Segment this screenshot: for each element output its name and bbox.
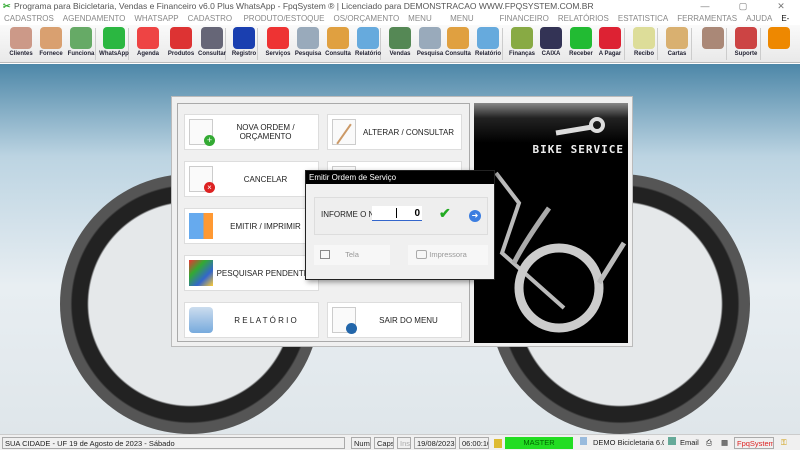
- caixa-icon: [540, 27, 562, 49]
- db-icon: [580, 437, 587, 445]
- toolbar-button-cartas[interactable]: Cartas: [661, 26, 693, 62]
- status-email-button[interactable]: Email: [666, 437, 700, 449]
- agenda-icon: [137, 27, 159, 49]
- consulta-icon: [327, 27, 349, 49]
- emit-print-button[interactable]: EMITIR / IMPRIMIR: [184, 208, 319, 244]
- status-num: Num: [351, 437, 371, 449]
- menu-item[interactable]: WHATSAPP: [134, 13, 178, 25]
- key-icon: ⚿: [781, 438, 787, 447]
- tool-icon: [702, 27, 724, 49]
- confirm-check-icon[interactable]: ✔: [439, 205, 451, 222]
- title-bar: ✂ Programa para Bicicletaria, Vendas e F…: [0, 0, 800, 13]
- emit-order-dialog: Emitir Ordem de Serviço INFORME O Nº 0 ✔…: [305, 170, 495, 280]
- exit-icon: [332, 307, 357, 334]
- toolbar-label: Suporte: [734, 51, 758, 57]
- next-arrow-icon[interactable]: ➜: [469, 210, 481, 222]
- toolbar-button-suporte[interactable]: Suporte: [730, 26, 762, 62]
- menu-bar: CADASTROS AGENDAMENTO WHATSAPP CADASTRO BIC…: [0, 13, 800, 35]
- search-icon: [189, 260, 213, 286]
- order-number-label: INFORME O Nº: [321, 210, 378, 219]
- status-bar: SUA CIDADE - UF 19 de Agosto de 2023 - S…: [0, 434, 800, 450]
- clientes-icon: [10, 27, 32, 49]
- calculator-icon[interactable]: ▦: [719, 437, 731, 449]
- whatsapp-icon: [103, 27, 125, 49]
- menu-item[interactable]: AGENDAMENTO: [63, 13, 126, 25]
- edit-consult-button[interactable]: ALTERAR / CONSULTAR: [327, 114, 462, 150]
- printer-output-button[interactable]: Impressora: [408, 245, 488, 265]
- window-title: Programa para Bicicletaria, Vendas e Fin…: [14, 1, 594, 11]
- bike-logo-graphic: [494, 117, 627, 333]
- menu-email[interactable]: E-MAIL: [781, 13, 800, 35]
- menu-item[interactable]: RELATÓRIOS: [558, 13, 609, 25]
- pesquisa-icon: [297, 27, 319, 49]
- consulta-icon: [447, 27, 469, 49]
- report-button[interactable]: R E L A T Ó R I O: [184, 302, 319, 338]
- menu-item[interactable]: OS/ORÇAMENTO: [334, 13, 400, 25]
- registro-icon: [233, 27, 255, 49]
- status-version: DEMO Bicicletaria 6.0: [578, 437, 664, 449]
- printer-icon: [189, 307, 213, 333]
- recibo-icon: [633, 27, 655, 49]
- new-document-icon: +: [189, 119, 215, 146]
- status-user: MASTER: [492, 437, 574, 449]
- toolbar-label: Cartas: [667, 51, 687, 57]
- status-brand: FpqSystem: [734, 437, 774, 449]
- menu-item[interactable]: PRODUTO/ESTOQUE: [243, 13, 324, 25]
- cancel-document-icon: ×: [189, 166, 215, 193]
- vendas-icon: [389, 27, 411, 49]
- bike-service-logo: BIKE SERVICE: [474, 103, 628, 343]
- a-pagar-icon: [599, 27, 621, 49]
- menu-item[interactable]: MENU COMPRAS: [450, 13, 490, 35]
- relat-rio-icon: [477, 27, 499, 49]
- status-time: 06:00:10: [459, 437, 489, 449]
- toolbar: Clientes Fornece Funciona WhatsApp Agenda Pro…: [0, 25, 800, 63]
- servi-os-icon: [267, 27, 289, 49]
- screen-output-button[interactable]: Tela: [314, 245, 390, 265]
- suporte-icon: [735, 27, 757, 49]
- maximize-button[interactable]: ▢: [724, 0, 762, 13]
- emit-icon: [189, 213, 213, 239]
- menu-item[interactable]: FINANCEIRO: [500, 13, 549, 25]
- status-ins: Ins: [397, 437, 411, 449]
- menu-item[interactable]: AJUDA: [746, 13, 772, 25]
- menu-item[interactable]: CADASTRO BICICLETAS: [188, 13, 235, 35]
- printer-icon: [416, 250, 427, 259]
- pencil-icon: [332, 119, 356, 145]
- dialog-title: Emitir Ordem de Serviço: [306, 171, 494, 184]
- produtos-icon: [170, 27, 192, 49]
- minimize-button[interactable]: —: [686, 0, 724, 13]
- exit-menu-button[interactable]: SAIR DO MENU: [327, 302, 462, 338]
- funciona-icon: [70, 27, 92, 49]
- text-caret: [396, 208, 397, 218]
- close-button[interactable]: ✕: [762, 0, 800, 13]
- pesquisa-icon: [419, 27, 441, 49]
- toolbar-button-item24[interactable]: [763, 26, 795, 62]
- tool-icon: [768, 27, 790, 49]
- status-date: 19/08/2023: [414, 437, 456, 449]
- printer-status-icon[interactable]: ⎙: [704, 437, 716, 449]
- receber-icon: [570, 27, 592, 49]
- menu-item[interactable]: MENU VENDAS: [408, 13, 441, 35]
- user-icon: [494, 438, 502, 448]
- order-number-input[interactable]: 0: [372, 206, 422, 221]
- status-location: SUA CIDADE - UF 19 de Agosto de 2023 - S…: [2, 437, 345, 449]
- cartas-icon: [666, 27, 688, 49]
- app-logo-icon: ✂: [3, 1, 11, 11]
- search-pending-button[interactable]: PESQUISAR PENDENTES: [184, 255, 319, 291]
- fornece-icon: [40, 27, 62, 49]
- consultar-icon: [201, 27, 223, 49]
- cancel-order-button[interactable]: × CANCELAR: [184, 161, 319, 197]
- menu-item[interactable]: FERRAMENTAS: [677, 13, 737, 25]
- status-caps: Caps: [374, 437, 394, 449]
- window-icon: [320, 250, 330, 259]
- email-icon: [668, 437, 676, 445]
- relat-rio-icon: [357, 27, 379, 49]
- order-number-group: INFORME O Nº 0 ✔ ➜: [314, 197, 488, 235]
- menu-item[interactable]: CADASTROS: [4, 13, 54, 25]
- menu-item[interactable]: ESTATISTICA: [618, 13, 668, 25]
- new-order-button[interactable]: + NOVA ORDEM / ORÇAMENTO: [184, 114, 319, 150]
- finan-as-icon: [511, 27, 533, 49]
